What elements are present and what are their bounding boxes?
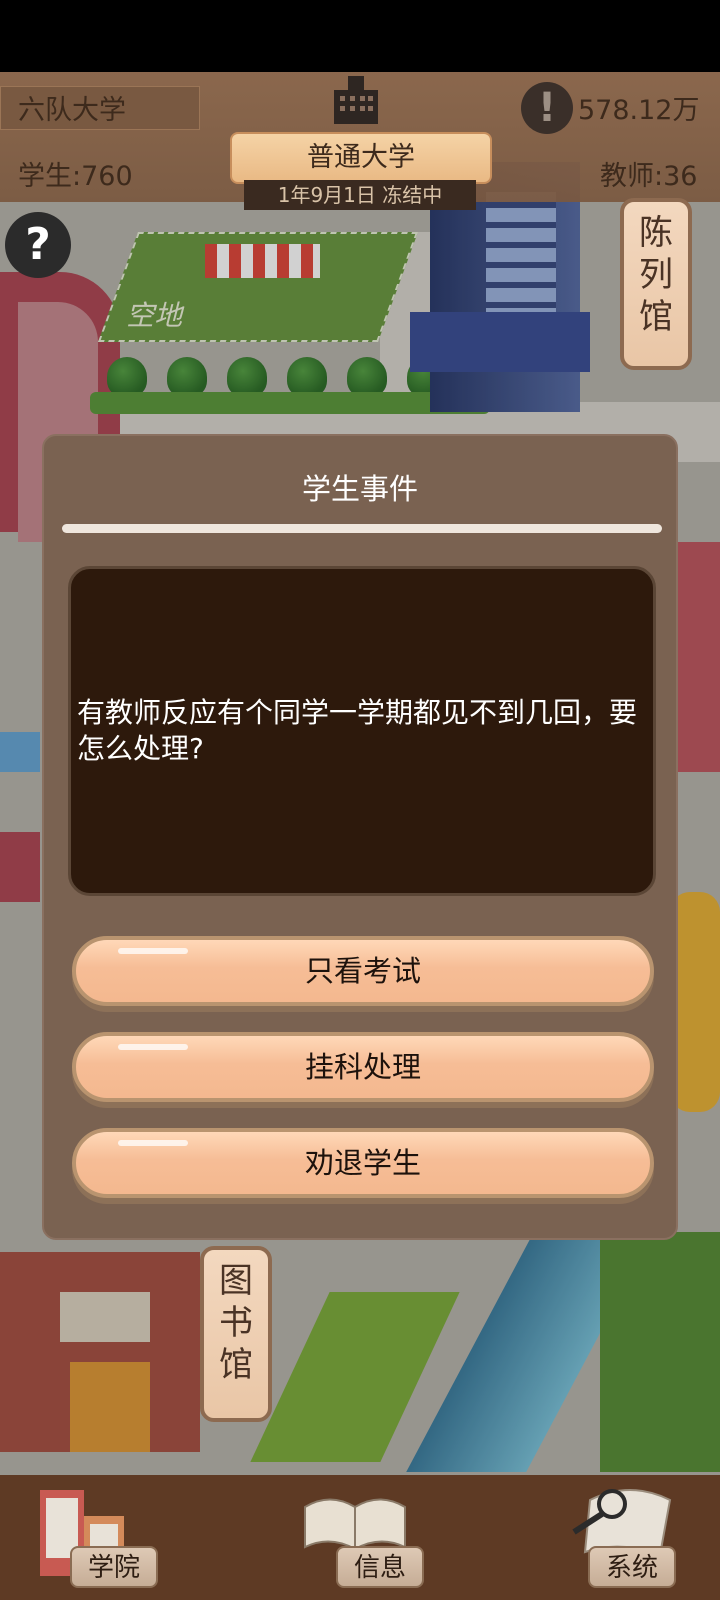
teacher-count: 教师:36 — [600, 161, 698, 192]
bottom-nav: 学院 信息 系统 — [0, 1475, 720, 1600]
choice-exam-only-button[interactable]: 只看考试 — [72, 936, 654, 1006]
school-name: 六队大学 — [18, 95, 126, 126]
nav-system-label: 系统 — [588, 1546, 677, 1588]
sign-exhibition-hall[interactable]: 陈 列 馆 — [620, 198, 692, 370]
sign-char: 图 — [219, 1261, 253, 1301]
sign-char: 馆 — [639, 297, 673, 337]
sign-char: 书 — [219, 1303, 253, 1343]
student-event-dialog: 学生事件 有教师反应有个同学一学期都见不到几回，要怎么处理? 只看考试 挂科处理… — [42, 434, 678, 1240]
nav-info-label: 信息 — [336, 1546, 425, 1588]
event-message-box: 有教师反应有个同学一学期都见不到几回，要怎么处理? — [68, 566, 656, 896]
nav-system[interactable]: 系统 — [540, 1475, 720, 1600]
sign-char: 列 — [639, 255, 673, 295]
date-status: 1年9月1日 冻结中 — [244, 180, 476, 210]
sign-char: 馆 — [219, 1345, 253, 1385]
student-count: 学生:760 — [18, 161, 133, 192]
nav-college[interactable]: 学院 — [30, 1475, 210, 1600]
alert-icon[interactable]: ! — [521, 82, 573, 134]
money-amount: 578.12万 — [578, 95, 700, 126]
help-button[interactable]: ? — [5, 212, 71, 278]
nav-info[interactable]: 信息 — [290, 1475, 470, 1600]
dialog-divider — [62, 524, 662, 533]
choice-fail-course-button[interactable]: 挂科处理 — [72, 1032, 654, 1102]
nav-college-label: 学院 — [70, 1546, 159, 1588]
school-building-icon — [334, 76, 378, 124]
choice-expel-student-button[interactable]: 劝退学生 — [72, 1128, 654, 1198]
school-rank-banner: 普通大学 — [230, 132, 492, 184]
status-bar — [0, 0, 720, 72]
event-message: 有教师反应有个同学一学期都见不到几回，要怎么处理? — [77, 696, 638, 765]
sign-char: 陈 — [639, 213, 673, 253]
dialog-title: 学生事件 — [301, 472, 418, 506]
sign-library[interactable]: 图 书 馆 — [200, 1246, 272, 1422]
